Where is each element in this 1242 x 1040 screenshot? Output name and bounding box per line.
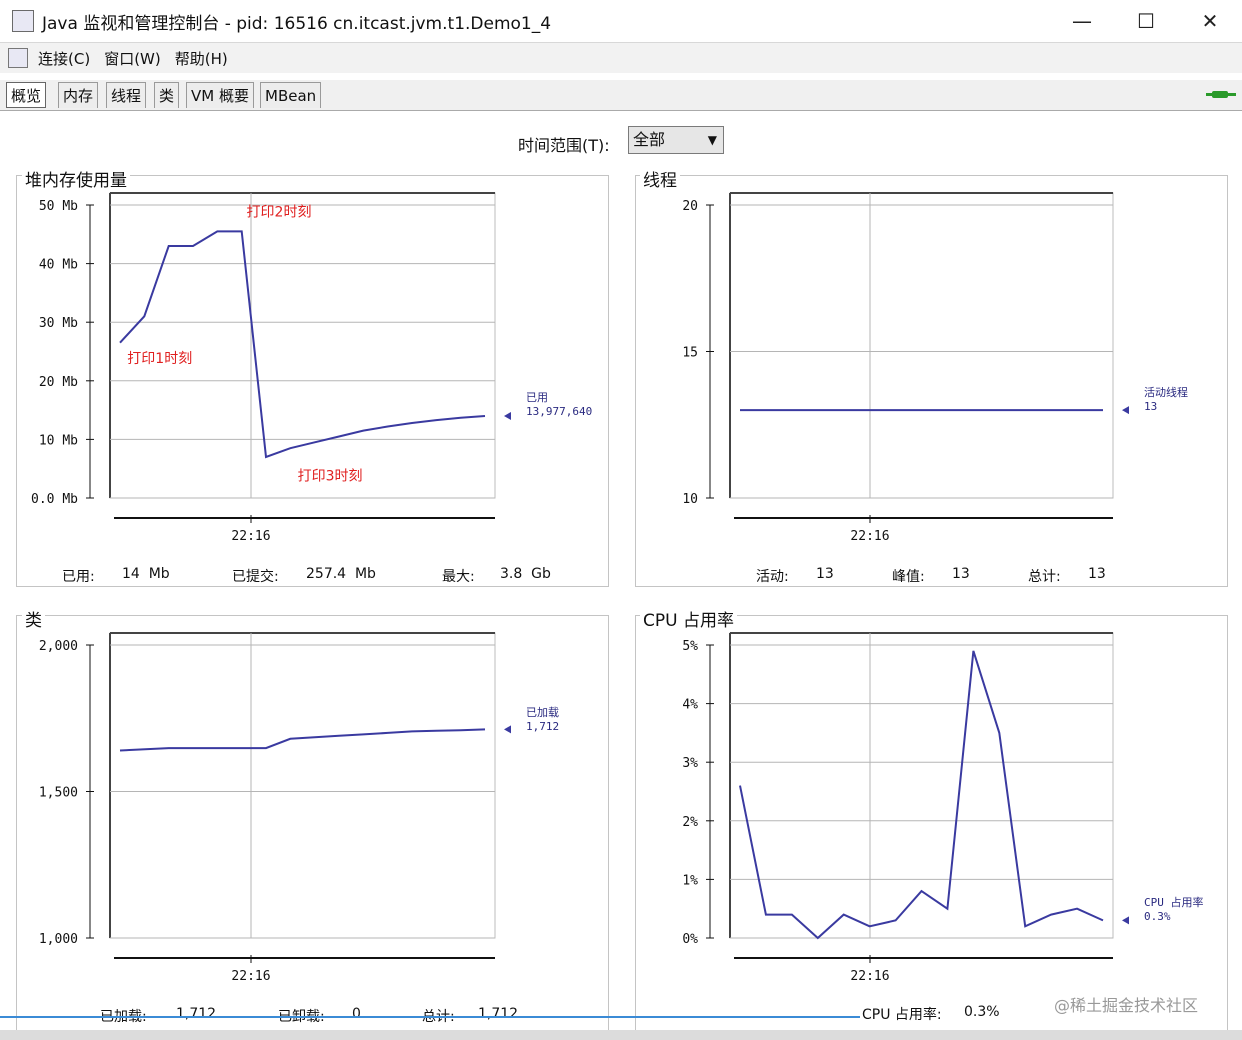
cpu-usage-label: CPU 占用率: xyxy=(862,1007,942,1023)
classes-unloaded-value: 0 xyxy=(352,1006,361,1022)
heap-legend-value: 13,977,640 xyxy=(526,405,592,418)
threads-total-value: 13 xyxy=(1088,566,1106,582)
classes-legend-value: 1,712 xyxy=(526,720,559,733)
classes-plot-frame xyxy=(109,632,496,939)
cpu-series-line xyxy=(739,650,1104,940)
heap-committed-value: 257.4 Mb xyxy=(306,566,376,582)
threads-live-label: 活动: xyxy=(756,569,789,585)
cpu-y-tick-label: 2% xyxy=(682,815,698,830)
classes-y-tick-label: 1,000 xyxy=(39,932,78,947)
classes-total-value: 1,712 xyxy=(478,1006,519,1022)
heap-annotation: 打印1时刻 xyxy=(127,350,192,367)
threads-y-tick-label: 20 xyxy=(682,199,698,214)
heap-used-value: 14 Mb xyxy=(122,566,170,582)
heap-committed-label: 已提交: xyxy=(232,569,279,585)
heap-annotation: 打印3时刻 xyxy=(298,467,363,484)
heap-x-tick-label: 22:16 xyxy=(231,529,270,544)
cpu-y-tick-label: 4% xyxy=(682,698,698,713)
cpu-legend-name: CPU 占用率 xyxy=(1144,895,1204,909)
heap-y-tick-label: 50 Mb xyxy=(39,199,78,214)
threads-live-value: 13 xyxy=(816,566,834,582)
heap-y-tick-label: 20 Mb xyxy=(39,375,78,390)
heap-max-value: 3.8 Gb xyxy=(500,566,551,582)
threads-legend-marker xyxy=(1122,406,1129,415)
classes-legend-name: 已加载 xyxy=(526,706,559,719)
heap-legend-name: 已用 xyxy=(526,391,548,404)
cpu-y-tick-label: 0% xyxy=(682,932,698,947)
heap-y-tick-label: 0.0 Mb xyxy=(31,492,78,507)
threads-peak-label: 峰值: xyxy=(892,569,925,585)
classes-x-tick-label: 22:16 xyxy=(231,969,270,984)
heap-max-label: 最大: xyxy=(442,569,475,585)
heap-plot-frame xyxy=(109,192,496,499)
cpu-legend-marker xyxy=(1122,916,1129,925)
classes-series-line xyxy=(119,728,486,752)
classes-loaded-value: 1,712 xyxy=(176,1006,217,1022)
threads-y-tick-label: 10 xyxy=(682,492,698,507)
threads-legend-value: 13 xyxy=(1144,400,1157,413)
threads-y-tick-label: 15 xyxy=(682,346,698,361)
progress-line xyxy=(0,1016,860,1018)
charts-canvas: 0.0 Mb10 Mb20 Mb30 Mb40 Mb50 Mb22:16已用13… xyxy=(31,192,1204,984)
threads-total-label: 总计: xyxy=(1028,569,1061,585)
heap-y-tick-label: 30 Mb xyxy=(39,316,78,331)
heap-used-label: 已用: xyxy=(62,569,95,585)
heap-annotation: 打印2时刻 xyxy=(247,204,312,221)
classes-y-tick-label: 1,500 xyxy=(39,786,78,801)
threads-plot-frame xyxy=(729,192,1114,499)
threads-x-tick-label: 22:16 xyxy=(850,529,889,544)
cpu-y-tick-label: 1% xyxy=(682,873,698,888)
cpu-y-tick-label: 3% xyxy=(682,756,698,771)
threads-legend-name: 活动线程 xyxy=(1144,385,1188,399)
taskbar xyxy=(0,1030,1242,1040)
cpu-legend-value: 0.3% xyxy=(1144,910,1171,923)
cpu-usage-value: 0.3% xyxy=(964,1004,1000,1020)
heap-y-tick-label: 10 Mb xyxy=(39,433,78,448)
heap-series-line xyxy=(119,230,486,459)
cpu-y-tick-label: 5% xyxy=(682,639,698,654)
cpu-x-tick-label: 22:16 xyxy=(850,969,889,984)
classes-legend-marker xyxy=(504,725,511,734)
heap-y-tick-label: 40 Mb xyxy=(39,258,78,273)
heap-legend-marker xyxy=(504,411,511,420)
classes-y-tick-label: 2,000 xyxy=(39,639,78,654)
watermark: @稀土掘金技术社区 xyxy=(1054,996,1199,1015)
threads-peak-value: 13 xyxy=(952,566,970,582)
